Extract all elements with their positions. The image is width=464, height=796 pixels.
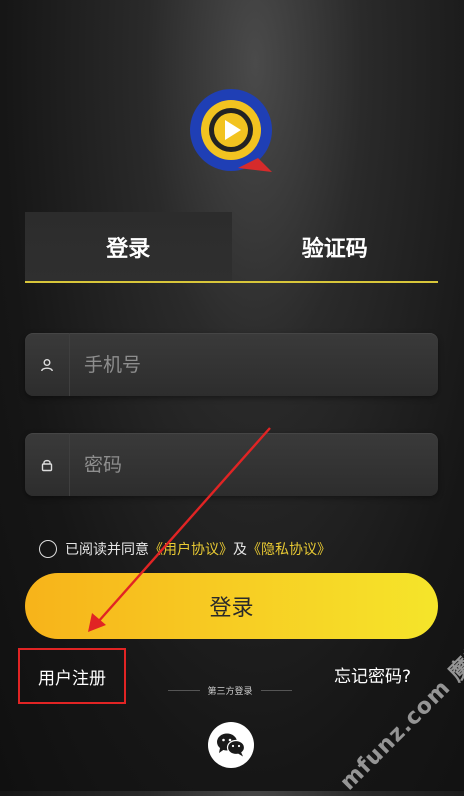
login-tabs: 登录 验证码 <box>25 212 438 283</box>
lock-icon <box>25 433 70 496</box>
third-party-divider: 第三方登录 <box>160 684 300 697</box>
app-logo <box>190 89 272 172</box>
privacy-agreement-link[interactable]: 《隐私协议》 <box>247 539 331 559</box>
user-icon <box>25 333 70 396</box>
agreement-row: 已阅读并同意 《用户协议》 及 《隐私协议》 <box>39 538 331 560</box>
wechat-login-button[interactable] <box>208 722 254 768</box>
phone-field <box>25 333 438 396</box>
forgot-password-link[interactable]: 忘记密码? <box>334 662 411 687</box>
login-button[interactable]: 登录 <box>25 573 438 639</box>
divider-line-left <box>168 690 200 691</box>
password-field <box>25 433 438 496</box>
tab-verification-code[interactable]: 验证码 <box>232 212 439 281</box>
third-party-label: 第三方登录 <box>207 687 253 697</box>
user-agreement-link[interactable]: 《用户协议》 <box>149 539 233 559</box>
register-link[interactable]: 用户注册 <box>18 648 126 704</box>
agreement-and: 及 <box>233 542 247 558</box>
password-input[interactable] <box>70 452 438 477</box>
watermark: mfunz.com 魔趣网 <box>335 620 464 796</box>
tab-password-login[interactable]: 登录 <box>25 212 232 281</box>
agreement-radio[interactable] <box>39 540 57 558</box>
wechat-icon <box>217 733 246 757</box>
divider-line-right <box>260 690 293 691</box>
phone-input[interactable] <box>70 352 438 377</box>
agreement-prefix: 已阅读并同意 <box>65 542 149 558</box>
